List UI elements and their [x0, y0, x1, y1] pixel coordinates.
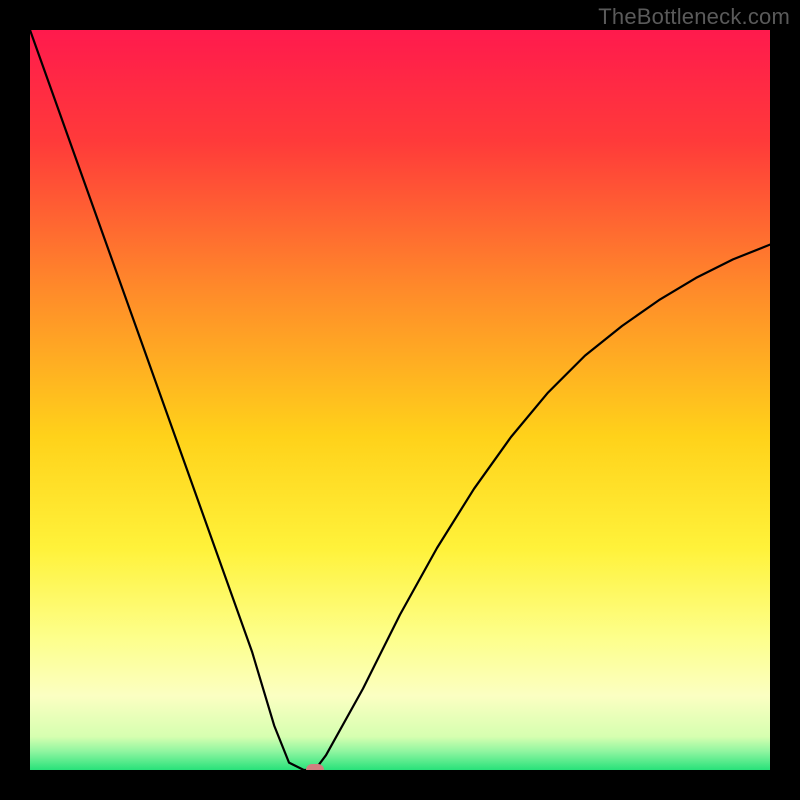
- watermark-text: TheBottleneck.com: [598, 4, 790, 30]
- gradient-background: [30, 30, 770, 770]
- plot-area: [30, 30, 770, 770]
- chart-frame: TheBottleneck.com: [0, 0, 800, 800]
- minimum-marker: [306, 764, 324, 770]
